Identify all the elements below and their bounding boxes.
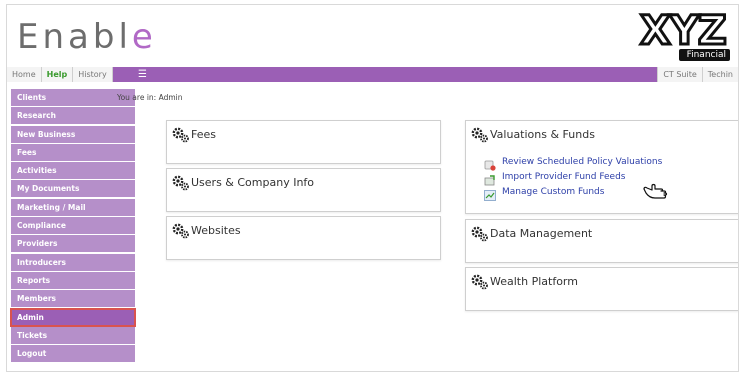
sidebar-item-new-business[interactable]: New Business (11, 125, 135, 143)
sidebar-item-tickets[interactable]: Tickets (11, 326, 135, 344)
header: Enable XYZ Financial (7, 5, 738, 67)
xyz-logo-subtitle: Financial (678, 49, 730, 61)
sidebar-item-compliance[interactable]: Compliance (11, 217, 135, 235)
xyz-financial-logo: XYZ Financial (639, 8, 732, 63)
link-import-provider-fund-feeds[interactable]: Import Provider Fund Feeds (484, 170, 662, 186)
nav-tab-history[interactable]: History (73, 67, 113, 82)
gear-icon (471, 127, 488, 143)
sidebar-item-admin[interactable]: Admin (10, 307, 136, 327)
gear-icon (172, 175, 189, 191)
nav-bar (7, 67, 738, 82)
panel-data-management[interactable]: Data Management (465, 219, 738, 263)
sidebar-item-my-documents[interactable]: My Documents (11, 180, 135, 198)
sidebar-item-fees[interactable]: Fees (11, 143, 135, 161)
link-review-scheduled-valuations[interactable]: Review Scheduled Policy Valuations (484, 155, 662, 171)
sidebar-item-research[interactable]: Research (11, 107, 135, 125)
hamburger-icon[interactable]: ☰ (138, 69, 148, 80)
sidebar-item-marketing-mail[interactable]: Marketing / Mail (11, 198, 135, 216)
gear-icon (172, 223, 189, 239)
enable-logo: Enable (17, 17, 157, 57)
nav-tab-ct-suite[interactable]: CT Suite (657, 67, 702, 82)
nav-tab-home[interactable]: Home (7, 67, 42, 82)
panel-title-users: Users & Company Info (191, 176, 315, 189)
sidebar-item-logout[interactable]: Logout (11, 345, 135, 363)
nav-right-tabs: CT Suite Techin (657, 67, 738, 82)
panel-title-websites: Websites (191, 224, 241, 237)
nav-tabs: Home Help History (7, 67, 113, 82)
panel-title-fees: Fees (191, 128, 216, 141)
panel-wealth-platform[interactable]: Wealth Platform (465, 267, 738, 311)
sidebar-item-activities[interactable]: Activities (11, 162, 135, 180)
panel-valuations-funds: Valuations & Funds Review Scheduled Poli… (465, 120, 738, 214)
sidebar-item-members[interactable]: Members (11, 290, 135, 308)
schedule-icon (484, 156, 496, 171)
xyz-logo-text: XYZ (639, 8, 729, 55)
panel-websites[interactable]: Websites (166, 216, 441, 260)
panel-title-wealth-platform: Wealth Platform (490, 275, 578, 288)
gear-icon (471, 226, 488, 242)
app-window: Enable XYZ Financial Home Help History ☰… (6, 4, 739, 372)
chart-icon (484, 186, 496, 201)
sidebar-item-introducers[interactable]: Introducers (11, 253, 135, 271)
nav-tab-help[interactable]: Help (41, 67, 74, 82)
gear-icon (172, 127, 189, 143)
panel-users-company-info[interactable]: Users & Company Info (166, 168, 441, 212)
gear-icon (471, 274, 488, 290)
link-manage-custom-funds[interactable]: Manage Custom Funds (484, 185, 662, 201)
panel-title-data-management: Data Management (490, 227, 593, 240)
sidebar-item-reports[interactable]: Reports (11, 271, 135, 289)
sidebar-item-providers[interactable]: Providers (11, 235, 135, 253)
panel-title-valuations: Valuations & Funds (490, 128, 595, 141)
valuations-links: Review Scheduled Policy Valuations Impor… (484, 155, 662, 201)
nav-tab-techin[interactable]: Techin (701, 67, 738, 82)
hand-cursor-icon (643, 183, 668, 199)
panel-fees[interactable]: Fees (166, 120, 441, 164)
import-icon (484, 171, 496, 186)
breadcrumb: You are in: Admin (117, 93, 183, 102)
sidebar: Clients Research New Business Fees Activ… (10, 89, 136, 363)
